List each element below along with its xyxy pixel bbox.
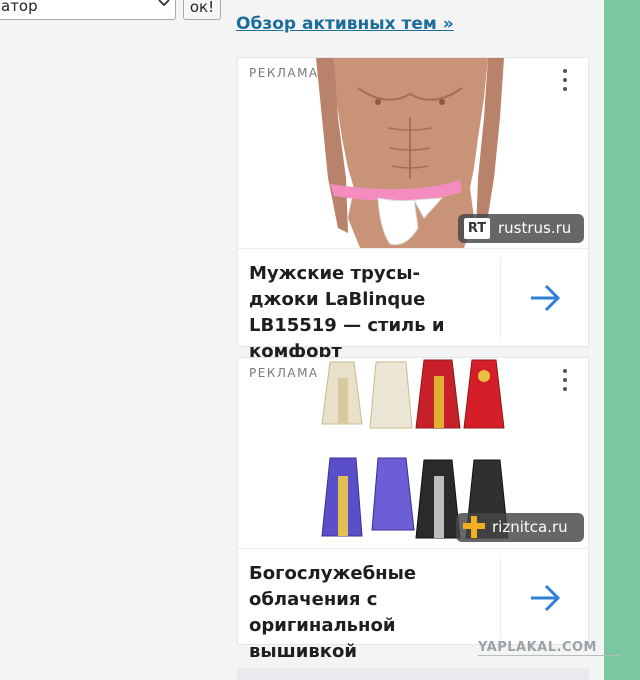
ad-domain: riznitca.ru xyxy=(492,518,568,536)
cross-logo-icon xyxy=(463,516,485,538)
more-vertical-icon[interactable] xyxy=(562,369,568,395)
ok-button[interactable]: ок! xyxy=(183,0,221,20)
active-topics-link[interactable]: Обзор активных тем » xyxy=(236,14,454,34)
ad-label: РЕКЛАМА xyxy=(249,66,319,80)
chevron-down-icon xyxy=(158,0,170,7)
rt-logo: RT xyxy=(464,218,490,239)
divider xyxy=(500,258,501,338)
sort-select[interactable]: атор xyxy=(0,0,176,20)
arrow-right-icon[interactable] xyxy=(528,583,562,613)
more-vertical-icon[interactable] xyxy=(562,69,568,95)
watermark-underline xyxy=(478,655,620,656)
sort-select-value: атор xyxy=(1,0,38,15)
ad-card[interactable]: РЕКЛАМА riznitca.ru Богослужебные облаче… xyxy=(237,357,589,662)
divider xyxy=(500,558,501,638)
ad-label: РЕКЛАМА xyxy=(249,366,319,380)
next-block xyxy=(237,668,589,680)
ad-card[interactable]: РЕКЛАМА RT rustrus.ru Мужские трусы-джок… xyxy=(237,57,589,362)
divider xyxy=(238,248,588,249)
ad-title[interactable]: Богослужебные облачения с оригинальной в… xyxy=(249,561,489,665)
arrow-right-icon[interactable] xyxy=(528,283,562,313)
divider xyxy=(238,548,588,549)
ad-title[interactable]: Мужские трусы-джоки LaBlinque LB15519 — … xyxy=(249,261,489,365)
ad-domain-badge[interactable]: riznitca.ru xyxy=(456,513,584,542)
ad-domain-badge[interactable]: RT rustrus.ru xyxy=(458,214,584,243)
ad-domain: rustrus.ru xyxy=(498,219,572,237)
site-watermark: YAPLAKAL.COM xyxy=(478,640,597,655)
right-side-strip xyxy=(604,0,640,680)
